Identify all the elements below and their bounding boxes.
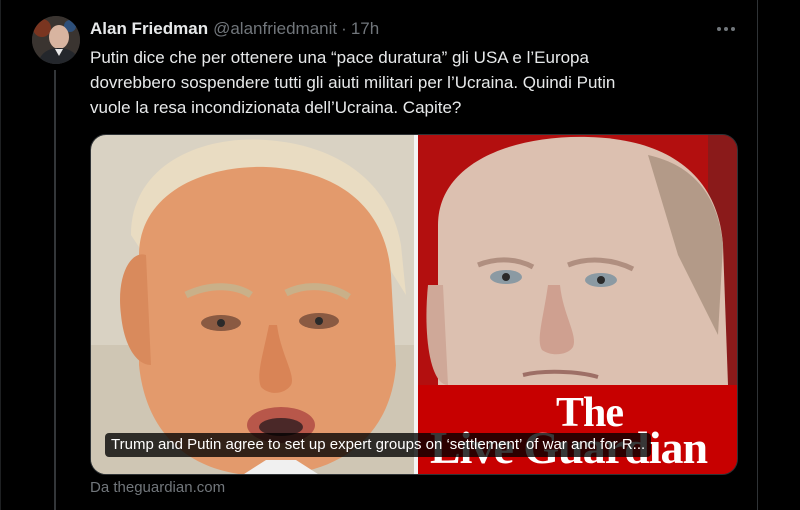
separator-dot: · [341, 19, 347, 38]
tweet-header: Alan Friedman @alanfriedmanit · 17h [90, 18, 379, 40]
card-caption: Trump and Putin agree to set up expert g… [105, 433, 652, 457]
guardian-logo: The Live Guardian [418, 385, 737, 474]
tweet-text: Putin dice che per ottenere una “pace du… [90, 45, 730, 120]
more-horizontal-icon [717, 27, 735, 31]
avatar[interactable] [32, 16, 80, 64]
link-card[interactable]: The Live Guardian Trump and Putin agree … [90, 134, 738, 475]
tweet-text-line: Putin dice che per ottenere una “pace du… [90, 48, 589, 67]
column-border-left [0, 0, 1, 510]
tweet-text-line: dovrebbero sospendere tutti gli aiuti mi… [90, 73, 616, 92]
author-name[interactable]: Alan Friedman [90, 19, 208, 39]
column-border-right [757, 0, 758, 510]
author-handle[interactable]: @alanfriedmanit [213, 19, 337, 39]
source-link[interactable]: Da theguardian.com [90, 479, 225, 496]
more-options-button[interactable] [714, 18, 738, 40]
trump-photo [91, 135, 414, 474]
tweet-text-line: vuole la resa incondizionata dell’Ucrain… [90, 98, 462, 117]
thread-line [54, 70, 56, 510]
timestamp[interactable]: 17h [351, 19, 379, 39]
